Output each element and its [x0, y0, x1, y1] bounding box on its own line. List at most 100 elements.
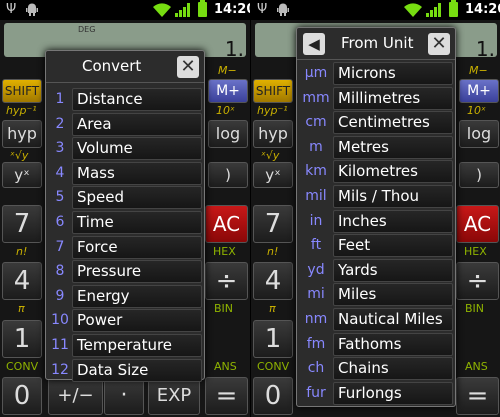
item-number: 10: [51, 312, 69, 329]
category-button[interactable]: Force: [72, 235, 202, 259]
equals-key[interactable]: =: [456, 377, 499, 415]
clock: 14:20: [465, 2, 500, 17]
power-key[interactable]: yˣ: [253, 162, 293, 188]
all-clear-key[interactable]: AC: [205, 205, 248, 243]
unit-button[interactable]: Furlongs: [333, 381, 453, 405]
hyp-key[interactable]: hyp: [2, 120, 42, 148]
ten-power-label: 10ˣ: [467, 104, 486, 117]
wifi-icon: [404, 3, 422, 17]
unit-abbreviation: mm: [302, 89, 330, 106]
unit-dialog: ◀ From Unit ✕ µm Microns mm Millimetres cm Ce…: [296, 27, 456, 407]
shift-key[interactable]: SHIFT: [253, 79, 293, 103]
usb-icon: Ψ: [257, 2, 268, 17]
category-button[interactable]: Area: [72, 112, 202, 136]
ans-label: ANS: [465, 360, 488, 373]
category-button[interactable]: Time: [72, 211, 202, 234]
unit-button[interactable]: Microns: [333, 62, 453, 85]
category-button[interactable]: Mass: [72, 161, 202, 185]
category-button[interactable]: Speed: [72, 186, 202, 210]
equals-key[interactable]: =: [205, 377, 248, 415]
convert-dialog-title: Convert: [82, 57, 142, 75]
unit-button[interactable]: Mils / Thou: [333, 185, 453, 208]
item-number: 5: [55, 189, 65, 206]
key-7[interactable]: 7: [2, 205, 42, 243]
unit-button[interactable]: Inches: [333, 209, 453, 233]
unit-abbreviation: m: [309, 138, 323, 155]
category-button[interactable]: Distance: [72, 88, 202, 111]
key-0[interactable]: 0: [2, 377, 42, 415]
category-button[interactable]: Pressure: [72, 260, 202, 284]
unit-abbreviation: fur: [306, 384, 326, 401]
signal-icon: [175, 3, 190, 17]
log-key[interactable]: log: [459, 120, 499, 148]
item-number: 6: [55, 214, 65, 230]
key-7[interactable]: 7: [253, 205, 293, 243]
unit-button[interactable]: Millimetres: [333, 86, 453, 110]
close-icon[interactable]: ✕: [428, 33, 450, 55]
unit-abbreviation: fm: [306, 335, 326, 352]
unit-button[interactable]: Metres: [333, 135, 453, 159]
close-icon[interactable]: ✕: [177, 56, 199, 78]
status-bar: Ψ 14:20: [251, 0, 500, 20]
category-button[interactable]: Volume: [72, 137, 202, 161]
item-number: 3: [55, 140, 65, 157]
hyp-inverse-label: hyp⁻¹: [6, 104, 37, 117]
unit-abbreviation: µm: [304, 65, 328, 81]
key-1[interactable]: 1: [2, 320, 42, 358]
hex-label: HEX: [464, 245, 487, 258]
unit-button[interactable]: Feet: [333, 234, 453, 258]
convert-dialog-header: Convert ✕: [46, 51, 204, 83]
category-button[interactable]: Energy: [72, 284, 202, 308]
item-number: 7: [55, 238, 65, 255]
key-4[interactable]: 4: [253, 262, 293, 300]
memory-plus-key[interactable]: M+: [208, 79, 248, 103]
exp-key[interactable]: EXP: [148, 377, 200, 415]
category-button[interactable]: Temperature: [72, 334, 202, 357]
unit-button[interactable]: Chains: [333, 357, 453, 381]
unit-abbreviation: ch: [307, 360, 325, 377]
unit-button[interactable]: Nautical Miles: [333, 308, 453, 331]
close-paren-key[interactable]: ): [208, 162, 248, 188]
divide-key[interactable]: ÷: [456, 262, 499, 300]
back-arrow-icon[interactable]: ◀: [303, 33, 325, 55]
all-clear-key[interactable]: AC: [456, 205, 499, 243]
power-key[interactable]: yˣ: [2, 162, 42, 188]
pi-label: π: [18, 302, 25, 315]
ten-power-label: 10ˣ: [216, 104, 235, 117]
item-number: 4: [55, 164, 65, 181]
item-number: 11: [51, 337, 69, 353]
conv-label: CONV: [6, 360, 39, 373]
unit-abbreviation: nm: [304, 311, 328, 327]
category-button[interactable]: Power: [72, 309, 202, 333]
unit-button[interactable]: Miles: [333, 283, 453, 307]
right-screen: Ψ 14:20 1. SHIFT hyp⁻¹ hyp ˣ√y yˣ 7 n! 4…: [250, 0, 500, 417]
bin-label: BIN: [214, 302, 234, 315]
clock: 14:20: [214, 2, 250, 17]
unit-abbreviation: ft: [310, 237, 322, 254]
factorial-label: n!: [16, 245, 28, 258]
left-screen: Ψ 14:20 DEG 1. SHIFT hyp⁻¹ hyp ˣ√y yˣ 7 …: [0, 0, 250, 417]
divide-key[interactable]: ÷: [205, 262, 248, 300]
key-1[interactable]: 1: [253, 320, 293, 358]
memory-plus-key[interactable]: M+: [459, 79, 499, 103]
unit-button[interactable]: Centimetres: [333, 111, 453, 135]
log-key[interactable]: log: [208, 120, 248, 148]
root-label: ˣ√y: [10, 149, 29, 162]
unit-button[interactable]: Kilometres: [333, 160, 453, 184]
unit-button[interactable]: Fathoms: [333, 332, 453, 356]
shift-key[interactable]: SHIFT: [2, 79, 42, 103]
close-paren-key[interactable]: ): [459, 162, 499, 188]
battery-icon: [198, 0, 207, 17]
angle-mode: DEG: [78, 25, 96, 34]
unit-dialog-title: From Unit: [341, 34, 414, 52]
unit-abbreviation: cm: [305, 114, 327, 131]
decimal-key[interactable]: ·: [104, 377, 144, 415]
unit-button[interactable]: Yards: [333, 258, 453, 282]
wifi-icon: [153, 3, 171, 17]
root-label: ˣ√y: [261, 149, 280, 162]
category-button[interactable]: Data Size: [72, 358, 202, 382]
hyp-key[interactable]: hyp: [253, 120, 293, 148]
key-0[interactable]: 0: [253, 377, 293, 415]
plus-minus-key[interactable]: +/−: [48, 377, 103, 415]
key-4[interactable]: 4: [2, 262, 42, 300]
